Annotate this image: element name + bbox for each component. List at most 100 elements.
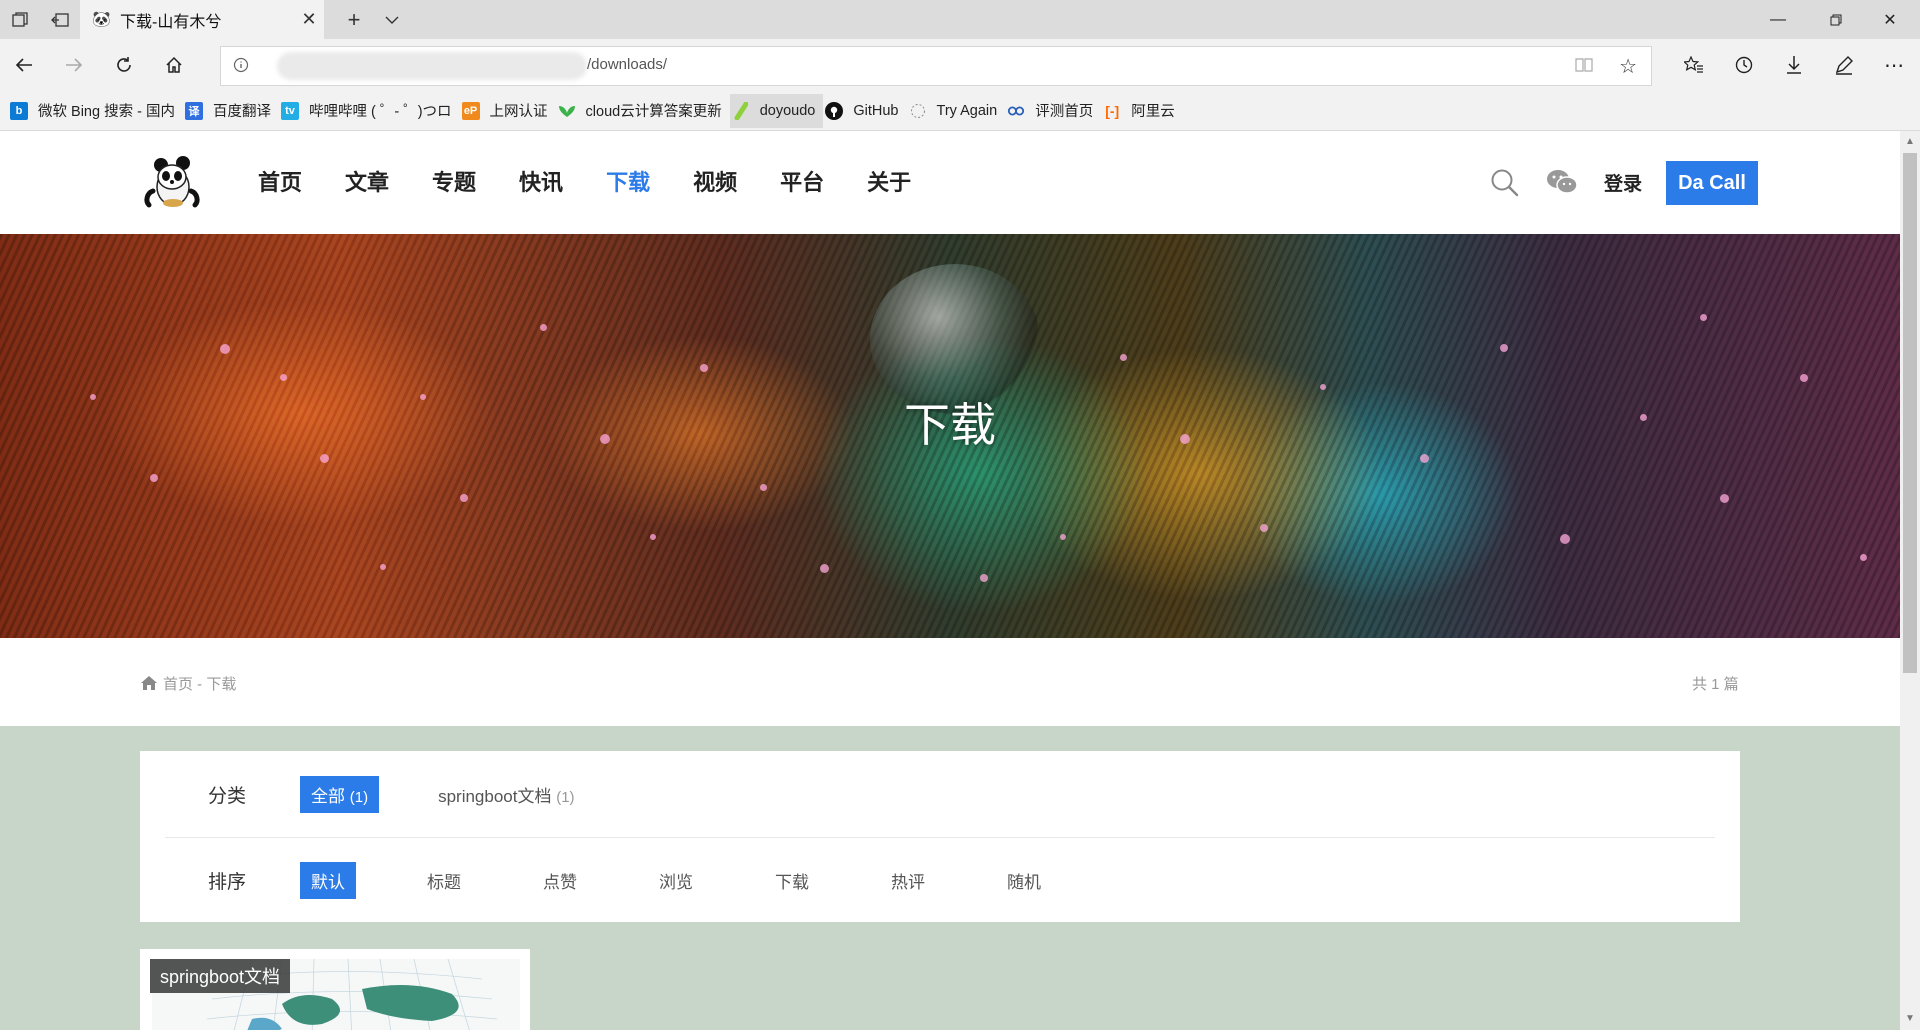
hero-banner: 下载 bbox=[0, 234, 1900, 638]
ep-icon: eP bbox=[461, 101, 480, 120]
more-menu-icon[interactable]: ⋯ bbox=[1870, 39, 1918, 91]
review-icon bbox=[1007, 102, 1025, 120]
bookmark-label: 哔哩哔哩 ( ゜- ゜)つロ bbox=[308, 104, 452, 120]
bookmark-label: 上网认证 bbox=[489, 104, 548, 120]
github-icon bbox=[825, 101, 844, 120]
page-viewport: 首页 文章 专题 快讯 下载 视频 平台 关于 登录 Da Call 下载 首页… bbox=[0, 131, 1900, 1030]
bookmark-cloud[interactable]: cloud云计算答案更新 bbox=[556, 94, 730, 128]
nav-articles[interactable]: 文章 bbox=[345, 167, 389, 199]
glitter-dot bbox=[1720, 494, 1729, 503]
nav-topics[interactable]: 专题 bbox=[432, 167, 476, 199]
nav-home[interactable]: 首页 bbox=[258, 167, 302, 199]
glitter-dot bbox=[1700, 314, 1707, 321]
scroll-up-arrow-icon[interactable]: ▲ bbox=[1900, 133, 1920, 151]
tab-list-icon[interactable] bbox=[0, 0, 40, 39]
baidu-translate-icon: 译 bbox=[184, 101, 203, 120]
scroll-down-arrow-icon[interactable]: ▼ bbox=[1900, 1010, 1920, 1028]
chip-label: springboot文档 bbox=[438, 786, 552, 806]
glitter-dot bbox=[760, 484, 767, 491]
sort-random[interactable]: 随机 bbox=[996, 862, 1052, 899]
glitter-dot bbox=[540, 324, 547, 331]
nav-downloads[interactable]: 下载 bbox=[606, 167, 650, 199]
favorites-icon[interactable] bbox=[1670, 39, 1718, 91]
nav-news[interactable]: 快讯 bbox=[519, 167, 563, 199]
sort-views[interactable]: 浏览 bbox=[648, 862, 704, 899]
page-scrollbar[interactable]: ▲ ▼ bbox=[1900, 131, 1920, 1030]
filter-panel: 分类 全部 (1) springboot文档 (1) 排序 默认 标题 点赞 浏… bbox=[140, 751, 1740, 922]
downloads-icon[interactable] bbox=[1770, 39, 1818, 91]
site-header: 首页 文章 专题 快讯 下载 视频 平台 关于 登录 Da Call bbox=[0, 131, 1900, 234]
history-icon[interactable] bbox=[1720, 39, 1768, 91]
bookmark-baidu-translate[interactable]: 译 百度翻译 bbox=[183, 94, 279, 128]
bing-icon: b bbox=[10, 101, 28, 120]
download-card[interactable]: springboot文档 bbox=[140, 949, 530, 1030]
glitter-dot bbox=[1060, 534, 1066, 540]
glitter-dot bbox=[1500, 344, 1508, 352]
web-note-pen-icon[interactable] bbox=[1820, 39, 1868, 91]
chip-count: (1) bbox=[349, 788, 369, 806]
favorite-star-icon[interactable]: ☆ bbox=[1619, 54, 1637, 79]
nav-platform[interactable]: 平台 bbox=[780, 167, 824, 199]
sort-hot-comments[interactable]: 热评 bbox=[880, 862, 936, 899]
forward-icon[interactable] bbox=[50, 39, 98, 91]
bookmark-github[interactable]: GitHub bbox=[823, 94, 906, 128]
glitter-dot bbox=[320, 454, 329, 463]
login-link[interactable]: 登录 bbox=[1604, 169, 1642, 196]
category-label: 分类 bbox=[208, 785, 247, 807]
sort-default[interactable]: 默认 bbox=[300, 861, 356, 899]
breadcrumb[interactable]: 首页 - 下载 bbox=[163, 673, 236, 694]
sort-title[interactable]: 标题 bbox=[416, 862, 472, 899]
reading-view-icon[interactable] bbox=[1575, 57, 1593, 73]
sort-likes[interactable]: 点赞 bbox=[532, 862, 588, 899]
tab-title: 下载-山有木兮 bbox=[120, 13, 222, 31]
nav-about[interactable]: 关于 bbox=[867, 167, 911, 199]
favorites-bar: b 微软 Bing 搜索 - 国内 译 百度翻译 tv 哔哩哔哩 ( ゜- ゜)… bbox=[0, 91, 1920, 131]
bookmark-label: 百度翻译 bbox=[212, 104, 271, 120]
card-category-tag: springboot文档 bbox=[150, 959, 291, 993]
site-info-icon[interactable] bbox=[233, 57, 249, 73]
sort-downloads[interactable]: 下载 bbox=[764, 862, 820, 899]
new-tab-icon[interactable]: + bbox=[334, 0, 374, 39]
restore-icon[interactable] bbox=[1806, 0, 1866, 39]
search-icon[interactable] bbox=[1490, 168, 1520, 198]
tab-preview-chevron-icon[interactable] bbox=[372, 0, 412, 39]
chip-count: (1) bbox=[556, 788, 575, 806]
home-button-icon[interactable] bbox=[150, 39, 198, 91]
page-title: 下载 bbox=[904, 399, 996, 451]
close-window-icon[interactable]: ✕ bbox=[1860, 0, 1920, 39]
tab-close-icon[interactable]: ✕ bbox=[294, 9, 324, 30]
bookmark-try-again[interactable]: Try Again bbox=[907, 94, 1006, 128]
scroll-thumb[interactable] bbox=[1903, 153, 1917, 673]
nav-videos[interactable]: 视频 bbox=[693, 167, 737, 199]
bookmark-bing[interactable]: b 微软 Bing 搜索 - 国内 bbox=[8, 94, 183, 128]
wechat-icon[interactable] bbox=[1546, 169, 1578, 195]
category-filter-row: 分类 全部 (1) springboot文档 (1) bbox=[165, 751, 1715, 838]
glitter-dot bbox=[220, 344, 230, 354]
bookmark-ep[interactable]: eP 上网认证 bbox=[460, 94, 556, 128]
total-count: 共 1 篇 bbox=[1692, 676, 1739, 693]
da-call-button[interactable]: Da Call bbox=[1666, 161, 1758, 205]
active-tab[interactable]: 🐼 下载-山有木兮 ✕ bbox=[80, 0, 324, 39]
glitter-dot bbox=[980, 574, 988, 582]
url-text: /downloads/ bbox=[587, 56, 668, 73]
minimize-icon[interactable]: — bbox=[1748, 0, 1808, 39]
category-chip-springboot[interactable]: springboot文档 (1) bbox=[427, 776, 585, 813]
category-chip-all[interactable]: 全部 (1) bbox=[300, 775, 380, 813]
bookmark-doyoudo[interactable]: doyoudo bbox=[729, 93, 824, 128]
bilibili-icon: tv bbox=[280, 101, 299, 120]
panda-logo[interactable] bbox=[143, 153, 203, 211]
refresh-icon[interactable] bbox=[100, 39, 148, 91]
set-tabs-aside-icon[interactable] bbox=[40, 0, 80, 39]
address-input[interactable]: /downloads/ ☆ bbox=[220, 46, 1652, 86]
glitter-dot bbox=[1860, 554, 1867, 561]
home-icon bbox=[141, 676, 157, 690]
sort-label: 排序 bbox=[208, 871, 247, 893]
bookmark-label: 评测首页 bbox=[1035, 104, 1094, 120]
bookmark-aliyun[interactable]: [-] 阿里云 bbox=[1101, 94, 1183, 128]
glitter-dot bbox=[1120, 354, 1127, 361]
bookmark-review[interactable]: 评测首页 bbox=[1005, 94, 1101, 128]
glitter-dot bbox=[820, 564, 829, 573]
back-icon[interactable] bbox=[0, 39, 48, 91]
bookmark-bilibili[interactable]: tv 哔哩哔哩 ( ゜- ゜)つロ bbox=[279, 94, 460, 128]
glitter-dot bbox=[280, 374, 287, 381]
